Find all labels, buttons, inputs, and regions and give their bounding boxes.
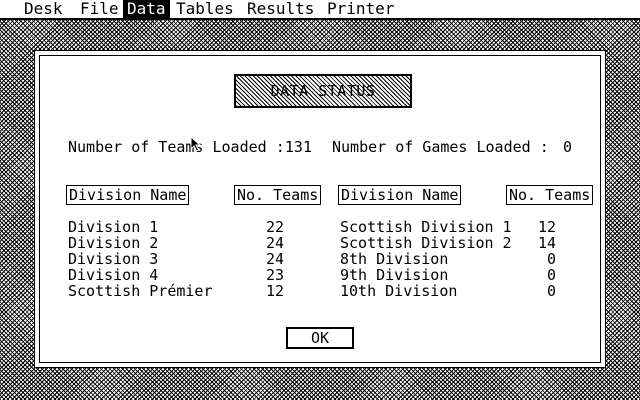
right-division-name: 10th Division — [340, 282, 458, 300]
menu-bar: Desk File Data Tables Results Printer — [0, 0, 640, 20]
left-division-name-header: Division Name — [66, 185, 190, 205]
menu-results[interactable]: Results — [243, 0, 318, 18]
left-division-name: Scottish Prémier — [68, 282, 213, 300]
dialog-title-box: DATA STATUS — [234, 74, 412, 108]
left-division-teams: 12 — [265, 282, 284, 300]
right-division-teams: 12 — [537, 218, 556, 236]
left-division-teams: 23 — [265, 266, 284, 284]
mouse-pointer-icon — [190, 136, 202, 152]
ok-button-label: OK — [310, 329, 330, 347]
right-division-teams: 0 — [546, 282, 556, 300]
right-division-teams: 0 — [546, 266, 556, 284]
dialog-inner-frame: DATA STATUS Number of Teams Loaded : 131… — [39, 55, 601, 363]
menu-data[interactable]: Data — [123, 0, 170, 18]
right-division-name: 8th Division — [340, 250, 449, 268]
right-division-name: 9th Division — [340, 266, 449, 284]
games-loaded-value: 0 — [562, 138, 572, 156]
right-division-teams: 14 — [537, 234, 556, 252]
right-division-name: Scottish Division 1 — [340, 218, 512, 236]
teams-loaded-label: Number of Teams Loaded : — [68, 138, 285, 156]
dialog-title: DATA STATUS — [270, 82, 376, 100]
right-division-name: Scottish Division 2 — [340, 234, 512, 252]
left-division-teams: 22 — [265, 218, 284, 236]
left-division-name: Division 1 — [68, 218, 159, 236]
right-division-name-header: Division Name — [338, 185, 462, 205]
menu-tables[interactable]: Tables — [172, 0, 238, 18]
data-status-dialog: DATA STATUS Number of Teams Loaded : 131… — [34, 50, 606, 368]
menu-desk[interactable]: Desk — [20, 0, 67, 18]
left-no-teams-header: No. Teams — [234, 185, 322, 205]
right-division-teams: 0 — [546, 250, 556, 268]
left-division-name: Division 4 — [68, 266, 159, 284]
menu-file[interactable]: File — [76, 0, 123, 18]
left-division-teams: 24 — [265, 234, 284, 252]
teams-loaded-value: 131 — [284, 138, 312, 156]
right-no-teams-header: No. Teams — [506, 185, 594, 205]
games-loaded-label: Number of Games Loaded : — [332, 138, 549, 156]
left-division-name: Division 3 — [68, 250, 159, 268]
menu-printer[interactable]: Printer — [323, 0, 398, 18]
left-division-name: Division 2 — [68, 234, 159, 252]
ok-button[interactable]: OK — [286, 327, 354, 349]
left-division-teams: 24 — [265, 250, 284, 268]
